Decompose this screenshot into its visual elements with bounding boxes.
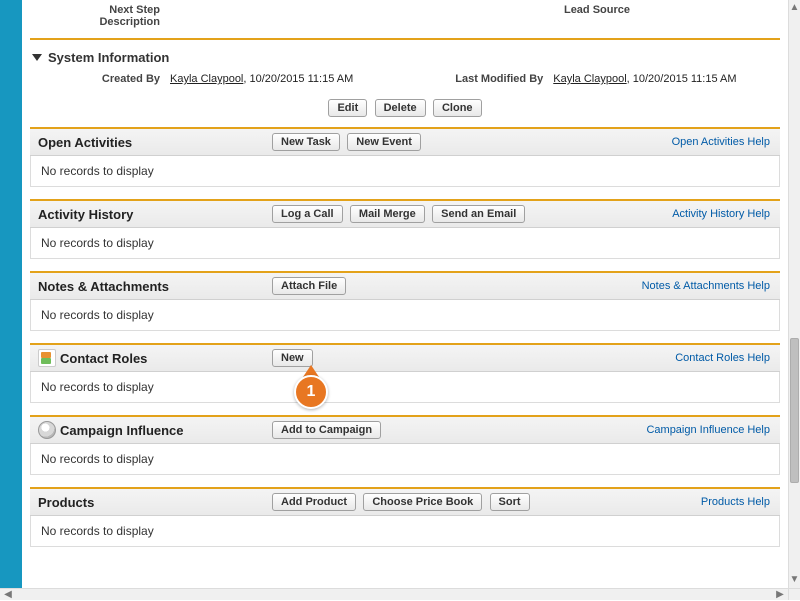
campaign-influence-help-link[interactable]: Campaign Influence Help [646,424,772,436]
mail-merge-button[interactable]: Mail Merge [350,205,425,223]
modified-by-timestamp: , 10/20/2015 11:15 AM [627,73,737,85]
section-notes-attachments: Notes & Attachments Attach File Notes & … [30,271,780,331]
modified-by-value: Kayla Claypool, 10/20/2015 11:15 AM [553,73,736,85]
send-an-email-button[interactable]: Send an Email [432,205,525,223]
horizontal-scrollbar[interactable]: ◀ ▶ [0,588,788,600]
section-body: No records to display [30,156,780,187]
new-event-button[interactable]: New Event [347,133,421,151]
products-help-link[interactable]: Products Help [701,496,772,508]
section-body: No records to display [30,300,780,331]
section-title: Campaign Influence [60,423,270,438]
sort-button[interactable]: Sort [490,493,530,511]
section-body: No records to display [30,228,780,259]
left-sidebar-strip [0,0,22,588]
record-action-bar: Edit Delete Clone [30,95,780,127]
section-contact-roles: Contact Roles New Contact Roles Help No … [30,343,780,403]
modified-by-user-link[interactable]: Kayla Claypool [553,73,626,85]
scroll-up-arrow-icon[interactable]: ▲ [789,0,800,16]
contact-roles-icon [38,349,56,367]
field-label-next-step: Next Step [30,4,170,16]
section-activity-history: Activity History Log a Call Mail Merge S… [30,199,780,259]
scrollbar-corner [788,588,800,600]
scroll-left-arrow-icon[interactable]: ◀ [0,589,16,600]
created-by-timestamp: , 10/20/2015 11:15 AM [243,73,353,85]
section-body: No records to display [30,516,780,547]
add-product-button[interactable]: Add Product [272,493,356,511]
scroll-down-arrow-icon[interactable]: ▼ [789,572,800,588]
field-label-lead-source: Lead Source [520,4,640,16]
system-information-title: System Information [48,50,169,65]
section-products: Products Add Product Choose Price Book S… [30,487,780,547]
top-detail-fields: Next Step Lead Source Description [30,0,780,32]
system-information-header[interactable]: System Information [30,48,780,71]
new-contact-role-button[interactable]: New [272,349,313,367]
app-viewport: Next Step Lead Source Description System… [0,0,788,588]
activity-history-help-link[interactable]: Activity History Help [672,208,772,220]
section-title: Products [38,495,270,510]
modified-by-label: Last Modified By [443,73,553,85]
attach-file-button[interactable]: Attach File [272,277,346,295]
section-body: No records to display [30,444,780,475]
log-a-call-button[interactable]: Log a Call [272,205,343,223]
notes-attachments-help-link[interactable]: Notes & Attachments Help [642,280,772,292]
new-task-button[interactable]: New Task [272,133,340,151]
section-title: Open Activities [38,135,270,150]
field-label-description: Description [30,16,170,28]
created-by-label: Created By [30,73,170,85]
section-open-activities: Open Activities New Task New Event Open … [30,127,780,187]
vertical-scrollbar[interactable]: ▲ ▼ [788,0,800,588]
collapse-icon [32,54,42,61]
section-campaign-influence: Campaign Influence Add to Campaign Campa… [30,415,780,475]
clone-button[interactable]: Clone [433,99,482,117]
section-body: No records to display [30,372,780,403]
scroll-track[interactable] [789,16,800,572]
divider [30,38,780,40]
choose-price-book-button[interactable]: Choose Price Book [363,493,482,511]
contact-roles-help-link[interactable]: Contact Roles Help [675,352,772,364]
record-detail-panel: Next Step Lead Source Description System… [22,0,788,588]
campaign-icon [38,421,56,439]
section-title: Activity History [38,207,270,222]
section-title: Contact Roles [60,351,270,366]
delete-button[interactable]: Delete [375,99,426,117]
scroll-thumb[interactable] [790,338,799,483]
edit-button[interactable]: Edit [328,99,367,117]
created-by-user-link[interactable]: Kayla Claypool [170,73,243,85]
section-title: Notes & Attachments [38,279,270,294]
scroll-right-arrow-icon[interactable]: ▶ [772,589,788,600]
created-by-value: Kayla Claypool, 10/20/2015 11:15 AM [170,73,353,85]
system-info-row: Created By Kayla Claypool, 10/20/2015 11… [30,71,780,95]
open-activities-help-link[interactable]: Open Activities Help [672,136,772,148]
add-to-campaign-button[interactable]: Add to Campaign [272,421,381,439]
